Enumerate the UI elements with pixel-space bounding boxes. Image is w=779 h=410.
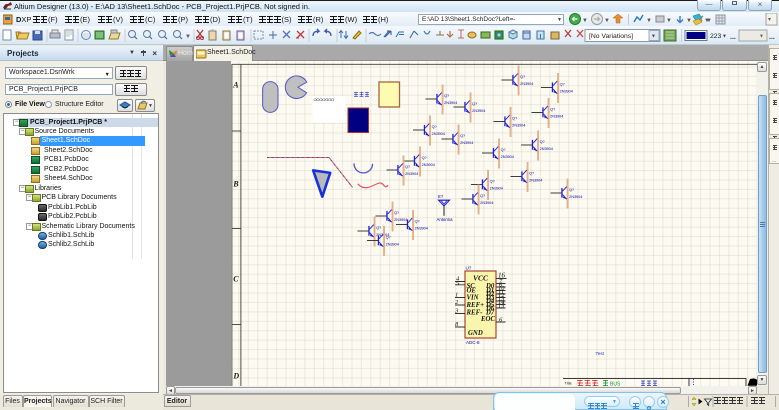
svg-text:D: D xyxy=(232,372,239,381)
svg-text:▼: ▼ xyxy=(666,18,672,24)
svg-text:EOC: EOC xyxy=(480,316,495,323)
svg-text:...: ... xyxy=(769,34,775,41)
svg-text:Test: Test xyxy=(596,351,605,356)
svg-text:E?: E? xyxy=(438,194,444,199)
svg-text:VCC: VCC xyxy=(473,274,489,283)
svg-text:▼: ▼ xyxy=(722,34,727,40)
svg-text:1: 1 xyxy=(455,292,458,299)
svg-text:▼: ▼ xyxy=(582,18,588,24)
svg-text:ADC-8: ADC-8 xyxy=(466,340,480,345)
svg-text:Title: Title xyxy=(565,381,573,386)
svg-text:Antenna: Antenna xyxy=(437,217,454,222)
svg-text:OOOOOOO: OOOOOOO xyxy=(314,97,334,102)
svg-text:REF+: REF+ xyxy=(466,302,485,309)
svg-text:▼: ▼ xyxy=(704,18,710,24)
svg-text:U?: U? xyxy=(466,266,472,271)
svg-text:▼: ▼ xyxy=(646,18,652,24)
svg-text:▼: ▼ xyxy=(185,34,191,40)
svg-text:▼: ▼ xyxy=(651,34,656,40)
svg-text:B: B xyxy=(232,180,239,189)
svg-text:▼: ▼ xyxy=(604,18,610,24)
svg-text:C: C xyxy=(233,275,239,284)
svg-text:223: 223 xyxy=(710,33,722,40)
svg-text:▾: ▾ xyxy=(768,17,771,23)
svg-text:A: A xyxy=(232,81,239,90)
svg-text:[No Variations]: [No Variations] xyxy=(589,33,633,40)
svg-text:15: 15 xyxy=(498,303,505,310)
svg-text:▼: ▼ xyxy=(759,34,764,40)
svg-text:GND: GND xyxy=(468,330,483,337)
svg-text:...: ... xyxy=(730,34,736,41)
svg-text:VIN: VIN xyxy=(467,295,480,302)
svg-text:OE: OE xyxy=(467,288,477,295)
